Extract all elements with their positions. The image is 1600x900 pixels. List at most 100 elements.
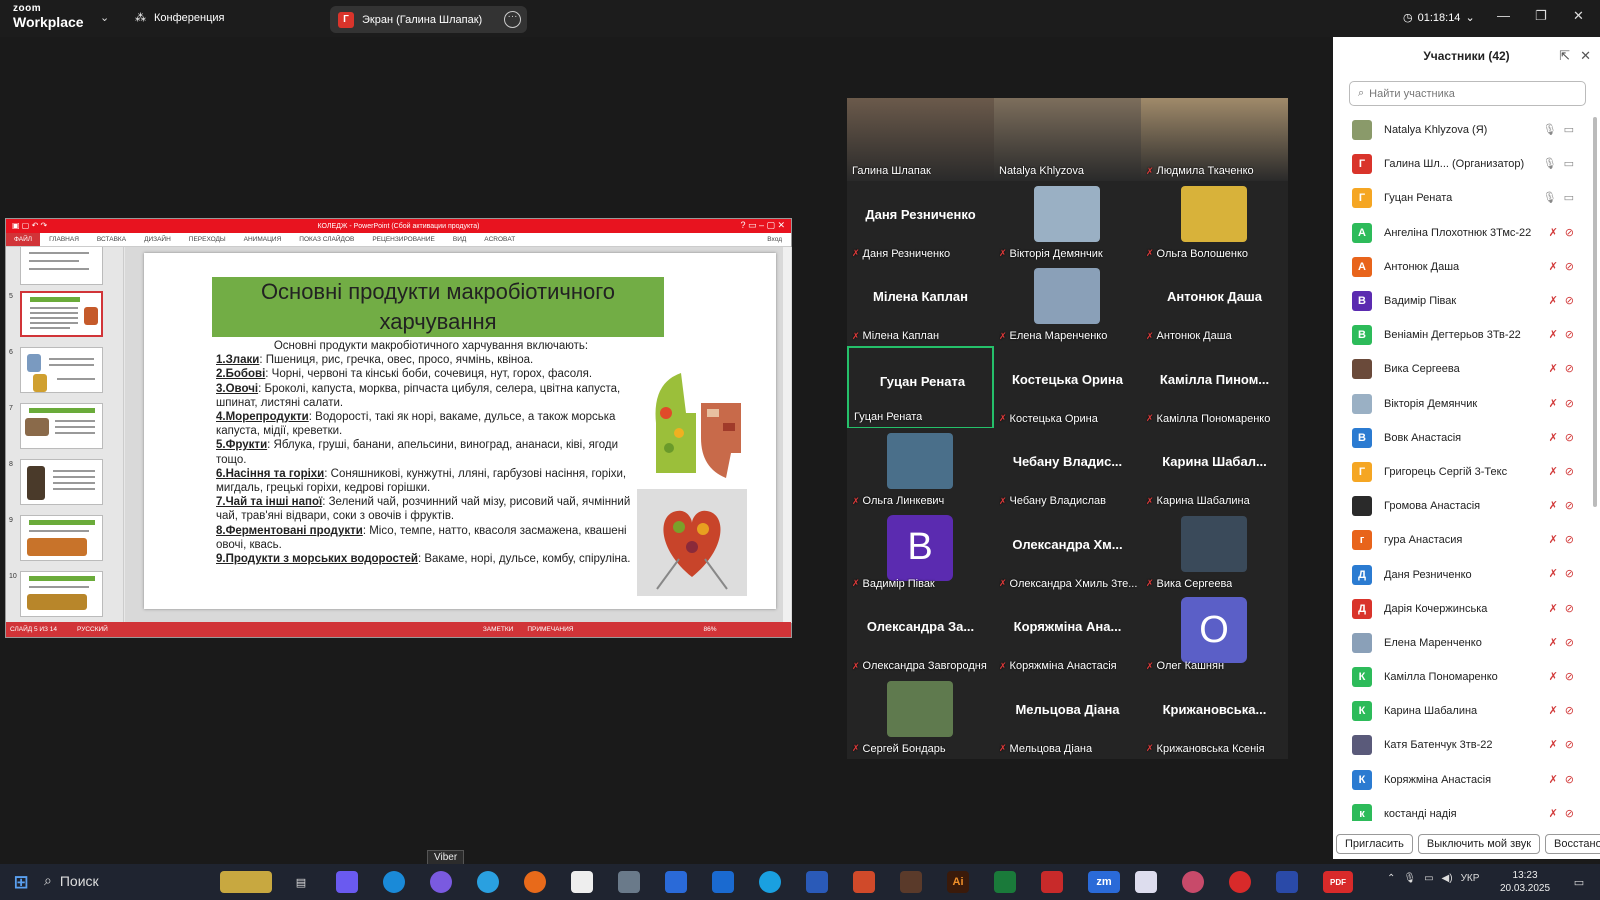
participant-row[interactable]: Г Галина Шл... (Организатор) 🎙▭	[1333, 147, 1591, 181]
participant-avatar: А	[1352, 256, 1372, 277]
video-tile[interactable]: Камілла Пином... ✗ Камілла Пономаренко	[1141, 345, 1288, 429]
video-tile[interactable]: Костецька Орина ✗ Костецька Орина	[994, 345, 1141, 429]
firefox-icon[interactable]	[524, 871, 546, 893]
participant-search-input[interactable]: ⌕ Найти участника	[1349, 81, 1586, 106]
tray-overflow-icon[interactable]: ⌃	[1387, 873, 1395, 884]
minimize-icon[interactable]: —	[1497, 8, 1510, 23]
participant-row[interactable]: Катя Батенчук 3тв-22 ✗⊘	[1333, 728, 1591, 762]
participant-row[interactable]: Вика Сергеева ✗⊘	[1333, 352, 1591, 386]
chevron-down-icon: ⌄	[1465, 12, 1475, 24]
viber-icon[interactable]	[430, 871, 452, 893]
conference-button[interactable]: ⁂ Конференция	[135, 11, 224, 25]
participant-row[interactable]: К Карина Шабалина ✗⊘	[1333, 694, 1591, 728]
video-tile[interactable]: Олександра Хм... ✗ Олександра Хмиль 3те...	[994, 510, 1141, 594]
crescent-app-icon[interactable]	[1229, 871, 1251, 893]
tile-name: Вика Сергеева	[1156, 577, 1233, 590]
participant-row[interactable]: А Ангеліна Плохотнюк 3Тмс-22 ✗⊘	[1333, 216, 1591, 250]
calendar-icon[interactable]	[665, 871, 687, 893]
participant-row[interactable]: Громова Анастасія ✗⊘	[1333, 489, 1591, 523]
video-tile[interactable]: Антонюк Даша ✗ Антонюк Даша	[1141, 263, 1288, 346]
notification-icon[interactable]: ▭	[1568, 871, 1590, 893]
video-tile[interactable]: Natalya Khlyzova	[994, 98, 1141, 181]
participant-row[interactable]: Д Дарія Кочержинська ✗⊘	[1333, 592, 1591, 626]
volume-icon[interactable]: ◀)	[1442, 873, 1453, 884]
participant-row[interactable]: А Антонюк Даша ✗⊘	[1333, 250, 1591, 284]
pen-app-icon[interactable]	[1135, 871, 1157, 893]
notepad-icon[interactable]	[571, 871, 593, 893]
outlook-icon[interactable]	[712, 871, 734, 893]
mute-me-button[interactable]: Выключить мой звук	[1417, 834, 1541, 854]
popout-icon[interactable]: ⇱	[1559, 48, 1570, 64]
logo-menu-chevron-icon[interactable]: ⌄	[100, 11, 109, 24]
calendar-app-icon[interactable]	[900, 871, 922, 893]
video-tile[interactable]: Даня Резниченко ✗ Даня Резниченко	[847, 180, 994, 264]
network-icon[interactable]: ▭	[1424, 873, 1433, 884]
illustrator-icon[interactable]: Ai	[947, 871, 969, 893]
taskbar-clock[interactable]: 13:23 20.03.2025	[1500, 869, 1550, 895]
participant-row[interactable]: Елена Маренченко ✗⊘	[1333, 626, 1591, 660]
participant-row[interactable]: В Вадимір Півак ✗⊘	[1333, 284, 1591, 318]
video-tile[interactable]: Мельцова Діана ✗ Мельцова Діана	[994, 675, 1141, 759]
video-tile[interactable]: Мілена Каплан ✗ Мілена Каплан	[847, 263, 994, 346]
video-tile[interactable]: Крижановська... ✗ Крижановська Ксенія	[1141, 675, 1288, 759]
video-tile[interactable]: ✗ Вика Сергеева	[1141, 510, 1288, 594]
edge-icon[interactable]	[383, 871, 405, 893]
telegram-icon[interactable]	[477, 871, 499, 893]
paint-app-icon[interactable]	[1182, 871, 1204, 893]
invite-button[interactable]: Пригласить	[1336, 834, 1413, 854]
video-tile[interactable]: Коряжміна Ана... ✗ Коряжміна Анастасія	[994, 593, 1141, 676]
participant-row[interactable]: Г Гуцан Рената 🎙▭	[1333, 181, 1591, 215]
close-icon[interactable]: ✕	[1573, 8, 1584, 24]
meeting-timer[interactable]: ◷ 01:18:14 ⌄	[1403, 11, 1475, 25]
excel-icon[interactable]	[994, 871, 1016, 893]
video-tile[interactable]: В ✗ Вадимір Півак	[847, 510, 994, 594]
v-app-icon[interactable]	[1276, 871, 1298, 893]
video-tile[interactable]: Карина Шабал... ✗ Карина Шабалина	[1141, 428, 1288, 511]
participant-row[interactable]: Natalya Khlyzova (Я) 🎙▭	[1333, 113, 1591, 147]
red-app-icon[interactable]	[1041, 871, 1063, 893]
task-view-icon[interactable]: ▤	[290, 871, 312, 893]
copilot-icon[interactable]	[336, 871, 358, 893]
video-tile[interactable]: ✗ Елена Маренченко	[994, 263, 1141, 346]
word-icon[interactable]	[806, 871, 828, 893]
restore-icon[interactable]: ❐	[1535, 8, 1547, 24]
zoom-app-icon[interactable]: zm	[1088, 871, 1120, 893]
slide-item: 7.Чай та інші напої: Зелений чай, розчин…	[216, 496, 631, 523]
close-panel-icon[interactable]: ✕	[1580, 48, 1591, 64]
language-indicator[interactable]: УКР	[1461, 873, 1480, 884]
video-tile[interactable]: О ✗ Олег Кашнян	[1141, 593, 1288, 676]
taskbar-search[interactable]: ⌕ Поиск	[44, 872, 99, 889]
video-tile[interactable]: ✗ Вікторія Демянчик	[994, 180, 1141, 264]
video-tile[interactable]: Олександра За... ✗ Олександра Завгородня	[847, 593, 994, 676]
video-tile[interactable]: Гуцан Рената Гуцан Рената	[847, 345, 994, 429]
restore-button[interactable]: Восстанови	[1545, 834, 1600, 854]
video-tile[interactable]: ✗ Сергей Бондарь	[847, 675, 994, 759]
participant-row[interactable]: к костанді надія ✗⊘	[1333, 797, 1591, 821]
skype-icon[interactable]	[759, 871, 781, 893]
video-tile[interactable]: Галина Шлапак	[847, 98, 994, 181]
participant-row[interactable]: Вікторія Демянчик ✗⊘	[1333, 387, 1591, 421]
participant-row[interactable]: К Коряжміна Анастасія ✗⊘	[1333, 763, 1591, 797]
slide-scrollbar	[783, 247, 791, 623]
screen-share-tab[interactable]: Г Экран (Галина Шлапак) ···	[330, 6, 527, 33]
mic-icon[interactable]: 🎙	[1403, 873, 1416, 884]
participant-photo	[1181, 185, 1247, 242]
pdf-app-icon[interactable]: PDF	[1323, 871, 1353, 893]
video-tile[interactable]: ✗ Ольга Линкевич	[847, 428, 994, 511]
participant-row[interactable]: В Веніамін Дегтерьов 3Тв-22 ✗⊘	[1333, 318, 1591, 352]
panel-scrollbar[interactable]	[1593, 117, 1597, 507]
participant-row[interactable]: г гура Анастасия ✗⊘	[1333, 523, 1591, 557]
powerpoint-icon[interactable]	[853, 871, 875, 893]
video-tile[interactable]: ✗ Людмила Ткаченко	[1141, 98, 1288, 181]
participant-row[interactable]: В Вовк Анастасія ✗⊘	[1333, 421, 1591, 455]
participant-row[interactable]: К Камілла Пономаренко ✗⊘	[1333, 660, 1591, 694]
participant-row[interactable]: Г Григорець Сергій 3-Текс ✗⊘	[1333, 455, 1591, 489]
video-tile[interactable]: Чебану Владис... ✗ Чебану Владислав	[994, 428, 1141, 511]
more-options-icon[interactable]: ···	[504, 11, 521, 28]
muted-mic-video-icon: ✗⊘	[1548, 636, 1581, 649]
video-tile[interactable]: ✗ Ольга Волошенко	[1141, 180, 1288, 264]
calculator-icon[interactable]	[618, 871, 640, 893]
participant-row[interactable]: Д Даня Резниченко ✗⊘	[1333, 557, 1591, 591]
flowers-widget-icon[interactable]	[220, 871, 272, 893]
windows-start-icon[interactable]: ⊞	[10, 871, 32, 893]
